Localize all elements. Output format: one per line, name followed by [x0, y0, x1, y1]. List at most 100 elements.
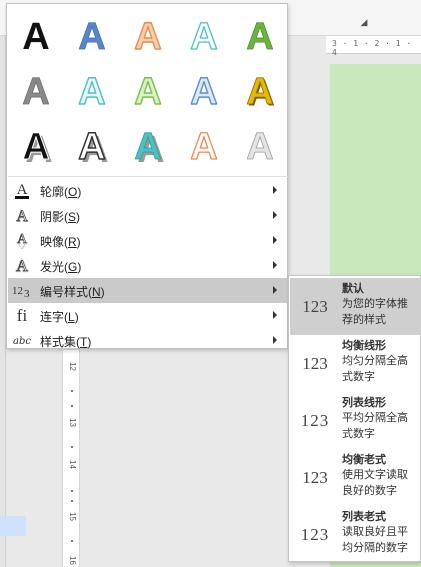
wordart-style-swatch[interactable]: A [176, 62, 232, 117]
ruler-number: 16 [68, 556, 77, 565]
svg-text:A: A [22, 16, 49, 58]
wordart-style-swatch[interactable]: A [232, 117, 288, 172]
number-style-submenu: 123 默认 为您的字体推荐的样式 123 均衡线形 均匀分隔全高式数字 123… [288, 275, 421, 562]
wordart-a-icon: A [246, 126, 274, 169]
menu-item-label: 映像(R) [40, 235, 81, 249]
glow-a-icon: AA [12, 255, 32, 277]
wordart-a-icon: A [190, 15, 219, 58]
svg-text:A: A [190, 126, 217, 168]
number-style-title: 列表线形 [342, 397, 386, 409]
wordart-a-icon: AA [78, 125, 109, 171]
wordart-a-icon: A [22, 16, 49, 58]
svg-text:A: A [134, 126, 161, 168]
stylistic-set-icon: abc [12, 330, 32, 350]
svg-text:A: A [16, 258, 28, 275]
menu-item-number-style[interactable]: 12 3 编号样式(N) [8, 278, 288, 303]
wordart-style-swatch[interactable]: A [120, 62, 176, 117]
horizontal-ruler: 3 · 1 · 2 · 1 · 4 [326, 36, 421, 57]
number-style-tabular-lining[interactable]: 123 列表线形 平均分隔全高式数字 [290, 392, 421, 449]
menu-item-label: 编号样式(N) [40, 285, 105, 299]
menu-item-label: 发光(G) [40, 260, 82, 274]
number-style-preview-icon: 123 [294, 519, 336, 549]
menu-item-reflection[interactable]: AA 映像(R) [8, 228, 288, 253]
ruler-tick [71, 500, 73, 502]
text-effects-menu: AAAAAAAAAAAAAAAAAAAA A 轮廓(O) AA 阴影(S) AA… [6, 3, 288, 349]
ruler-tick [71, 405, 73, 407]
reflection-a-icon: AA [12, 230, 32, 250]
menu-item-label: 阴影(S) [40, 210, 81, 224]
number-style-preview-icon: 123 [294, 405, 336, 435]
menu-item-glow[interactable]: AA 发光(G) [8, 253, 288, 278]
number-style-description: 为您的字体推荐的样式 [342, 298, 408, 326]
outline-a-icon: A [12, 180, 32, 200]
ruler-number: 13 [68, 418, 77, 427]
wordart-style-gallery: AAAAAAAAAAAAAAAAAAAA [8, 7, 288, 173]
submenu-arrow-icon [273, 186, 277, 194]
number-style-preview-icon: 123 [294, 462, 336, 492]
wordart-style-swatch[interactable]: AA [120, 117, 176, 172]
svg-text:A: A [190, 71, 217, 113]
menu-item-stylistic-set[interactable]: abc 样式集(T) [8, 328, 288, 353]
wordart-style-swatch[interactable]: A [8, 62, 64, 117]
svg-text:123: 123 [302, 354, 328, 373]
number-style-title: 均衡老式 [342, 454, 386, 466]
shadow-a-icon: AA [12, 205, 32, 226]
submenu-arrow-icon [273, 336, 277, 344]
ruler-tick [71, 446, 73, 448]
number-style-description: 读取良好且平均分隔的数字 [342, 526, 408, 554]
number-style-description: 平均分隔全高式数字 [342, 412, 408, 440]
svg-text:3: 3 [24, 288, 30, 300]
number-style-description: 均匀分隔全高式数字 [342, 355, 408, 383]
number-style-tabular-oldstyle[interactable]: 123 列表老式 读取良好且平均分隔的数字 [290, 506, 421, 561]
svg-text:12: 12 [12, 285, 23, 297]
ruler-tick [71, 490, 73, 492]
wordart-style-swatch[interactable]: A [8, 7, 64, 62]
wordart-a-icon: AA [246, 71, 275, 115]
menu-item-label: 连字(L) [40, 310, 79, 324]
wordart-a-icon: A [246, 16, 274, 59]
svg-text:123: 123 [301, 411, 330, 430]
number-style-preview-icon: 123 [294, 291, 336, 321]
number-style-proportional-oldstyle[interactable]: 123 均衡老式 使用文字读取良好的数字 [290, 449, 421, 506]
svg-text:A: A [17, 182, 28, 198]
wordart-a-icon: AA [22, 126, 53, 172]
svg-text:A: A [78, 71, 105, 113]
wordart-style-swatch[interactable]: AA [64, 117, 120, 172]
number-style-title: 列表老式 [342, 511, 386, 523]
svg-text:123: 123 [301, 525, 330, 544]
menu-item-shadow[interactable]: AA 阴影(S) [8, 203, 288, 228]
wordart-style-swatch[interactable]: A [176, 117, 232, 172]
ruler-tick [71, 540, 73, 542]
ruler-number: 12 [68, 362, 77, 371]
menu-item-outline[interactable]: A 轮廓(O) [8, 178, 288, 203]
wordart-style-swatch[interactable]: A [176, 7, 232, 62]
menu-item-label: 轮廓(O) [40, 185, 82, 199]
number-style-preview-icon: 123 [294, 348, 336, 378]
number-style-default[interactable]: 123 默认 为您的字体推荐的样式 [290, 278, 421, 335]
number-style-title: 均衡线形 [342, 340, 386, 352]
menu-item-label: 样式集(T) [40, 335, 92, 349]
number-style-description: 使用文字读取良好的数字 [342, 469, 408, 497]
submenu-arrow-icon [273, 286, 277, 294]
wordart-a-icon: AA [134, 126, 165, 171]
menu-separator [8, 176, 288, 177]
wordart-style-swatch[interactable]: A [232, 7, 288, 62]
submenu-arrow-icon [273, 261, 277, 269]
svg-text:A: A [246, 71, 273, 113]
svg-text:A: A [190, 16, 217, 58]
wordart-style-swatch[interactable]: A [120, 7, 176, 62]
vertical-ruler: 12 13 14 15 16 [62, 350, 80, 567]
svg-text:A: A [246, 16, 273, 58]
menu-item-ligature[interactable]: fi 连字(L) [8, 303, 288, 328]
wordart-style-swatch[interactable]: AA [8, 117, 64, 172]
dialog-launcher-icon[interactable]: ◢ [358, 16, 370, 28]
wordart-style-swatch[interactable]: A [64, 7, 120, 62]
wordart-a-icon: AA [78, 70, 107, 113]
svg-text:A: A [16, 208, 28, 225]
wordart-style-swatch[interactable]: AA [232, 62, 288, 117]
svg-text:A: A [246, 126, 273, 168]
wordart-style-swatch[interactable]: AA [64, 62, 120, 117]
wordart-a-icon: A [134, 15, 163, 58]
svg-text:fi: fi [17, 306, 28, 325]
number-style-proportional-lining[interactable]: 123 均衡线形 均匀分隔全高式数字 [290, 335, 421, 392]
